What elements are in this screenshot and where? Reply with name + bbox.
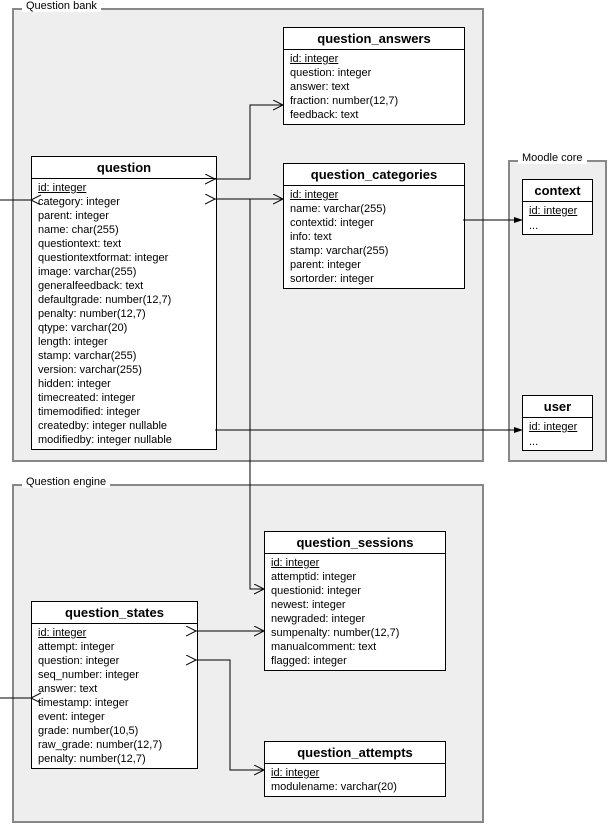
entity-title: question_states <box>32 602 197 624</box>
field: id: integer <box>38 626 191 640</box>
field: answer: text <box>38 682 191 696</box>
entity-title: question_categories <box>284 164 464 186</box>
field: event: integer <box>38 710 191 724</box>
field: info: text <box>290 230 458 244</box>
field: timestamp: integer <box>38 696 191 710</box>
entity-body: id: integer <box>523 418 592 436</box>
field: modifiedby: integer nullable <box>38 433 210 447</box>
field: qtype: varchar(20) <box>38 321 210 335</box>
field: newgraded: integer <box>271 612 439 626</box>
entity-question-sessions: question_sessions id: integer attemptid:… <box>264 531 446 671</box>
field: questionid: integer <box>271 584 439 598</box>
field: id: integer <box>271 556 439 570</box>
field: hidden: integer <box>38 377 210 391</box>
entity-body: id: integer name: varchar(255) contextid… <box>284 186 464 288</box>
field: sumpenalty: number(12,7) <box>271 626 439 640</box>
field: seq_number: integer <box>38 668 191 682</box>
field: sortorder: integer <box>290 272 458 286</box>
entity-title: question_attempts <box>265 742 445 764</box>
field: manualcomment: text <box>271 640 439 654</box>
entity-title: question_answers <box>284 28 464 50</box>
field: id: integer <box>529 420 586 434</box>
field: contextid: integer <box>290 216 458 230</box>
field: question: integer <box>290 66 458 80</box>
entity-body: id: integer modulename: varchar(20) <box>265 764 445 796</box>
field: parent: integer <box>290 258 458 272</box>
entity-question-categories: question_categories id: integer name: va… <box>283 163 465 289</box>
field: id: integer <box>290 188 458 202</box>
entity-question-states: question_states id: integer attempt: int… <box>31 601 198 769</box>
entity-title: user <box>523 396 592 418</box>
entity-body: id: integer question: integer answer: te… <box>284 50 464 124</box>
entity-question-attempts: question_attempts id: integer modulename… <box>264 741 446 797</box>
field: grade: number(10,5) <box>38 724 191 738</box>
group-label-question-bank: Question bank <box>22 0 101 12</box>
entity-body: id: integer attemptid: integer questioni… <box>265 554 445 670</box>
field: length: integer <box>38 335 210 349</box>
field: fraction: number(12,7) <box>290 94 458 108</box>
field: id: integer <box>529 204 586 218</box>
field: questiontextformat: integer <box>38 251 210 265</box>
entity-body-question: id: integer category: integer parent: in… <box>32 179 216 449</box>
group-label-question-engine: Question engine <box>22 476 110 488</box>
field: penalty: number(12,7) <box>38 752 191 766</box>
field: modulename: varchar(20) <box>271 780 439 794</box>
field: raw_grade: number(12,7) <box>38 738 191 752</box>
field: name: char(255) <box>38 223 210 237</box>
entity-title-question: question <box>32 157 216 179</box>
field: id: integer <box>271 766 439 780</box>
entity-question-answers: question_answers id: integer question: i… <box>283 27 465 125</box>
field: questiontext: text <box>38 237 210 251</box>
field: category: integer <box>38 195 210 209</box>
field: timecreated: integer <box>38 391 210 405</box>
entity-title: question_sessions <box>265 532 445 554</box>
ellipsis: ... <box>523 436 592 450</box>
field: answer: text <box>290 80 458 94</box>
field: version: varchar(255) <box>38 363 210 377</box>
group-label-moodle-core: Moodle core <box>518 152 587 164</box>
field: image: varchar(255) <box>38 265 210 279</box>
field: newest: integer <box>271 598 439 612</box>
field: attemptid: integer <box>271 570 439 584</box>
field: timemodified: integer <box>38 405 210 419</box>
field: attempt: integer <box>38 640 191 654</box>
entity-title: context <box>523 180 592 202</box>
field: id: integer <box>290 52 458 66</box>
field: defaultgrade: number(12,7) <box>38 293 210 307</box>
entity-user: user id: integer ... <box>522 395 593 451</box>
field: stamp: varchar(255) <box>38 349 210 363</box>
entity-question: question id: integer category: integer p… <box>31 156 217 450</box>
field: parent: integer <box>38 209 210 223</box>
field: id: integer <box>38 181 210 195</box>
field: createdby: integer nullable <box>38 419 210 433</box>
field: flagged: integer <box>271 654 439 668</box>
entity-body: id: integer <box>523 202 592 220</box>
entity-context: context id: integer ... <box>522 179 593 235</box>
field: feedback: text <box>290 108 458 122</box>
field: penalty: number(12,7) <box>38 307 210 321</box>
entity-body: id: integer attempt: integer question: i… <box>32 624 197 768</box>
field: stamp: varchar(255) <box>290 244 458 258</box>
field: question: integer <box>38 654 191 668</box>
field: name: varchar(255) <box>290 202 458 216</box>
field: generalfeedback: text <box>38 279 210 293</box>
ellipsis: ... <box>523 220 592 234</box>
